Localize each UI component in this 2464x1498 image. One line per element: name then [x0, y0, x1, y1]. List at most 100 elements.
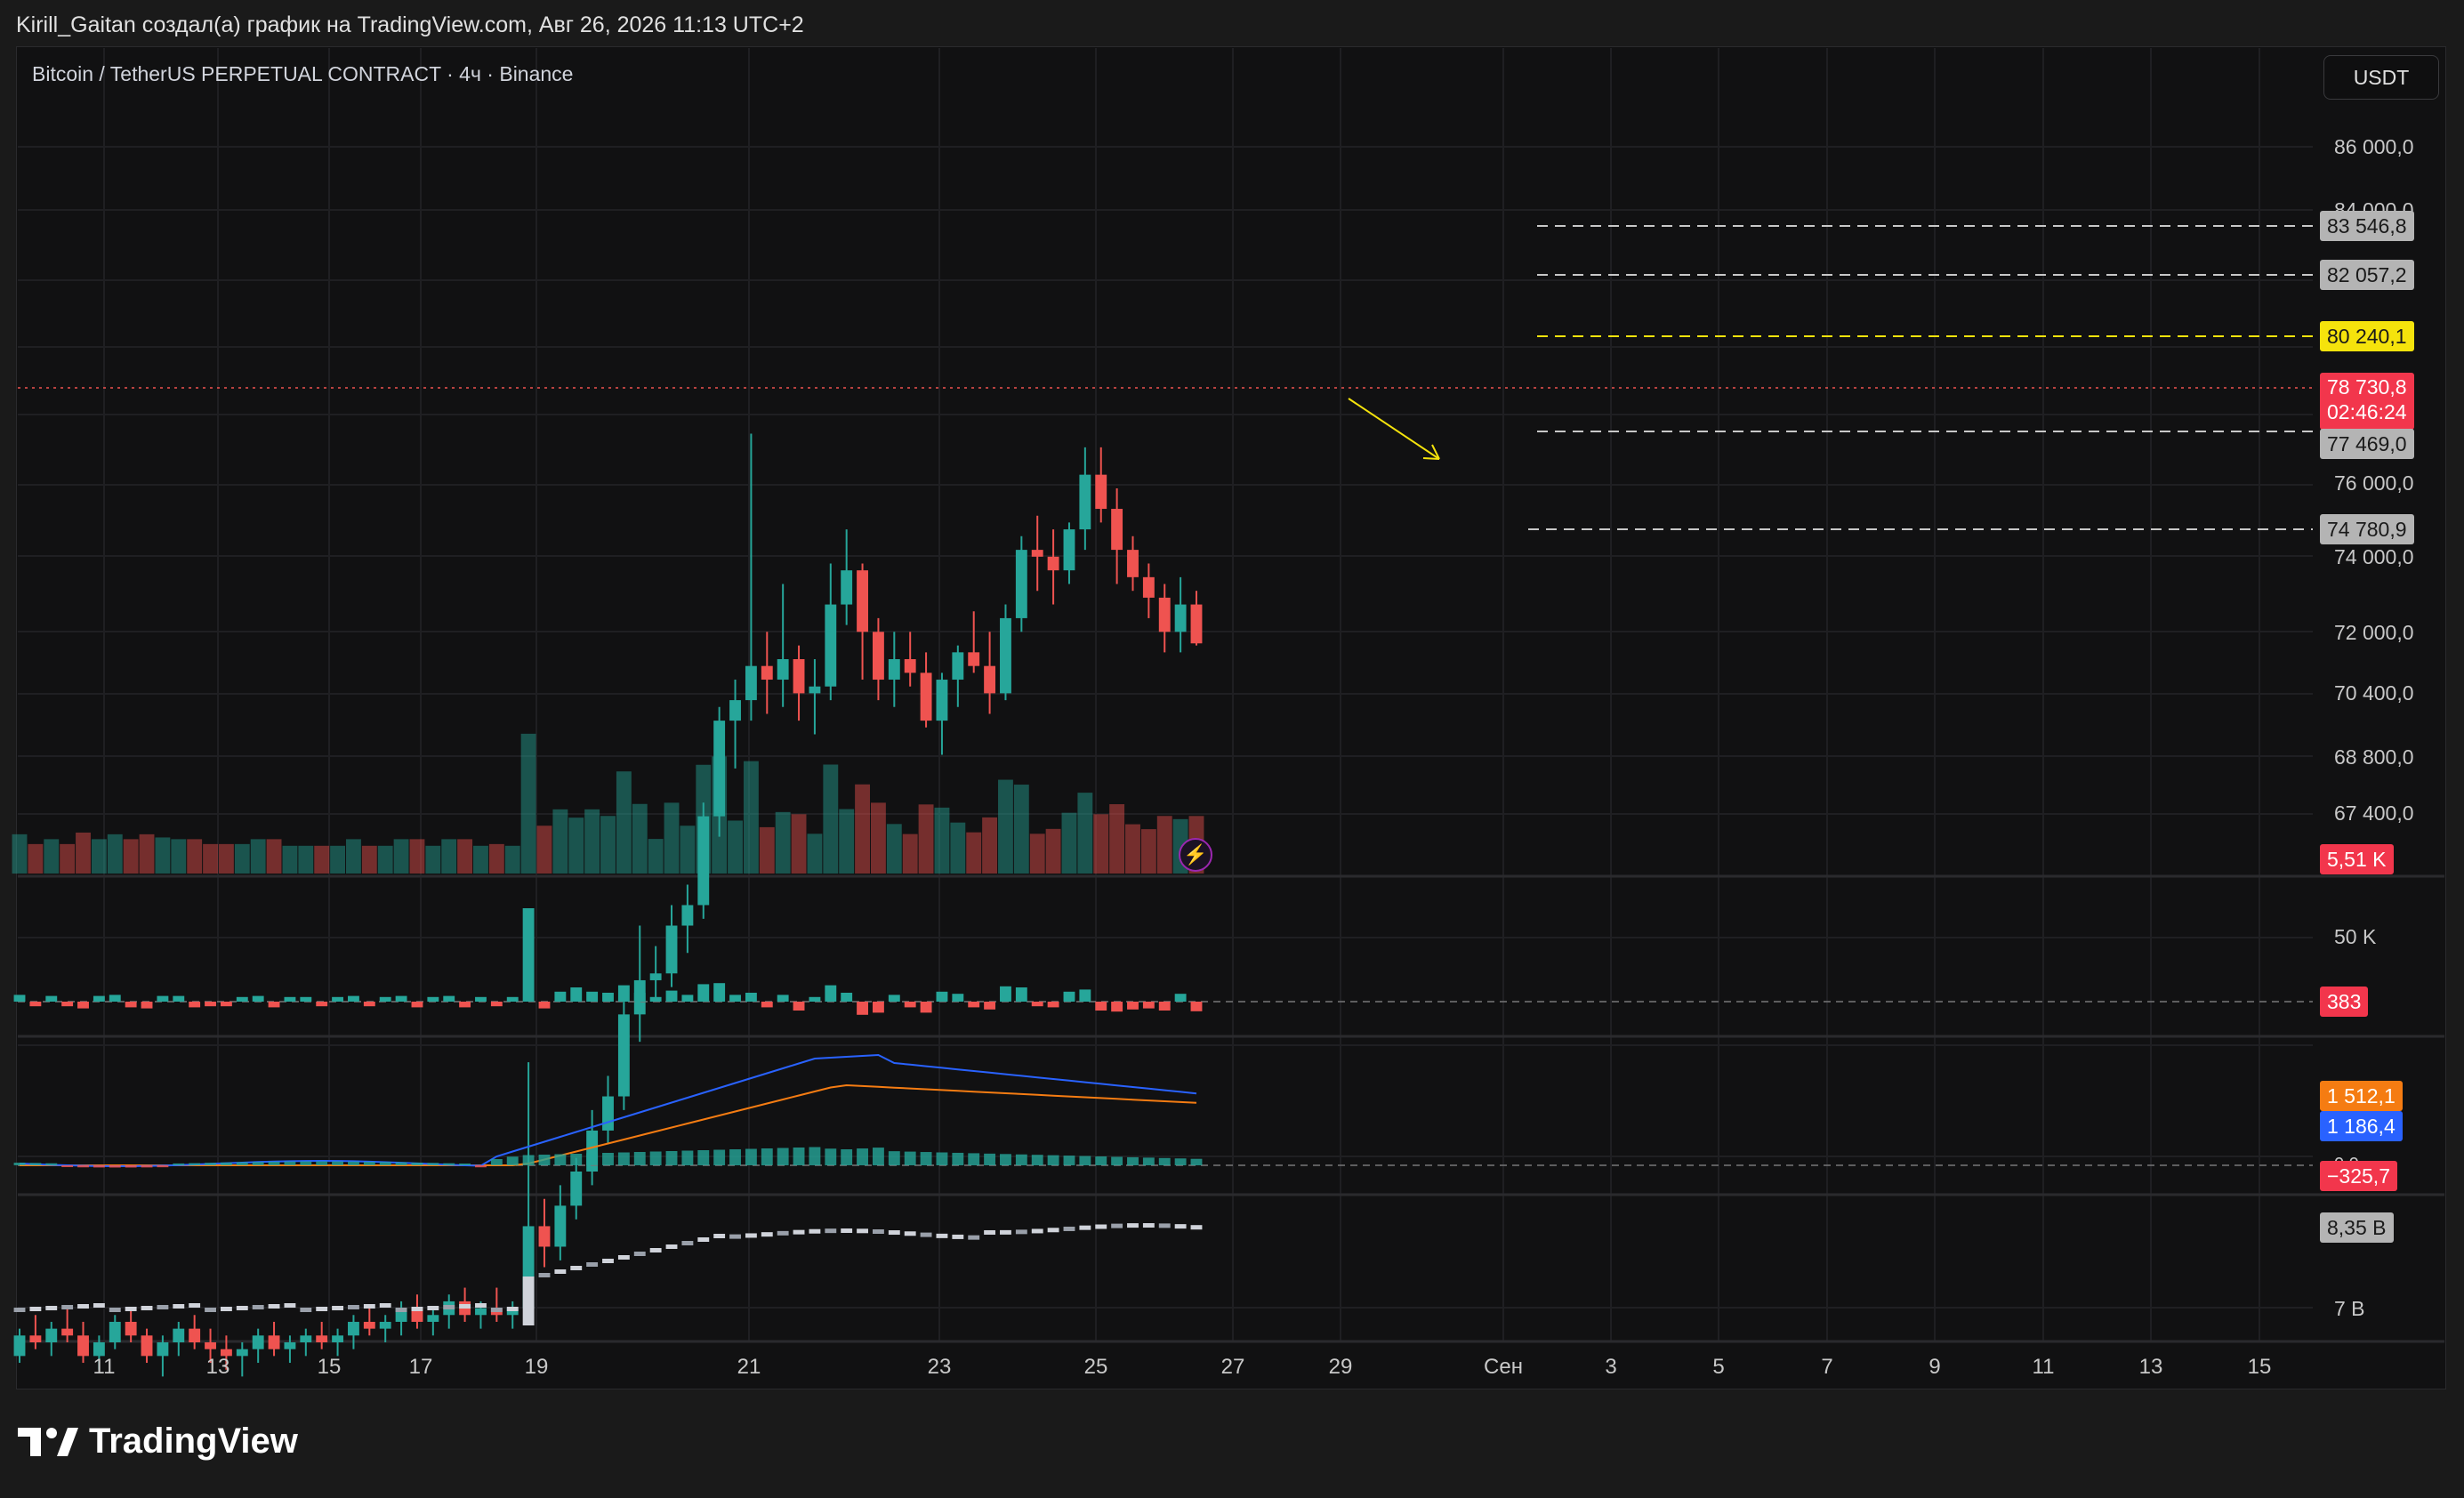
macd-hist-tag: −325,7: [2320, 1161, 2397, 1191]
price-tick: 72 000,0: [2334, 621, 2414, 644]
oscillator-bar: [109, 995, 121, 1002]
price-tick: 70 400,0: [2334, 681, 2414, 705]
oscillator-bar: [1127, 1002, 1139, 1010]
oscillator-bar: [729, 995, 741, 1002]
volume-bar: [123, 839, 139, 874]
macd-histogram-bar: [538, 1155, 551, 1165]
cumulative-bar: [522, 1277, 535, 1325]
candle-body: [141, 1335, 153, 1357]
macd-histogram-bar: [109, 1165, 121, 1168]
macd-histogram-bar: [872, 1148, 884, 1165]
macd-histogram-bar: [1063, 1156, 1075, 1165]
time-tick: 13: [2138, 1355, 2163, 1379]
cumulative-bar: [29, 1307, 42, 1311]
cumulative-bar: [348, 1305, 359, 1309]
cumulative-tag: 8,35 B: [2320, 1212, 2394, 1243]
oscillator-bar: [1063, 991, 1075, 1002]
volume-bar: [839, 809, 855, 874]
oscillator-bar: [920, 1002, 932, 1013]
volume-bar: [886, 824, 902, 874]
oscillator-bar: [29, 1002, 42, 1007]
macd-histogram-bar: [284, 1161, 296, 1165]
logo-text: TradingView: [89, 1421, 298, 1461]
oscillator-bar: [1111, 1002, 1123, 1012]
cumulative-bar: [697, 1237, 710, 1242]
candle-body: [793, 659, 805, 694]
volume-bar: [584, 809, 600, 874]
cumulative-bar: [332, 1306, 344, 1310]
candle-body: [713, 721, 726, 817]
candle-body: [1190, 604, 1203, 644]
cumulative-bar: [633, 1252, 646, 1256]
volume-bar: [393, 839, 409, 874]
cumulative-bar: [793, 1229, 805, 1235]
cumulative-bar: [920, 1232, 932, 1237]
volume-bar: [361, 845, 377, 874]
candle-body: [1111, 509, 1123, 551]
oscillator-bar: [1079, 989, 1091, 1002]
candle-body: [1063, 529, 1075, 571]
macd-histogram-bar: [45, 1163, 58, 1165]
candle-body: [617, 1014, 630, 1097]
cumulative-bar: [395, 1308, 407, 1312]
oscillator-bar: [745, 993, 757, 1002]
cumulative-bar: [252, 1305, 264, 1309]
volume-bar: [346, 839, 361, 874]
volume-bar: [934, 807, 950, 874]
macd-histogram-bar: [968, 1153, 980, 1165]
oscillator-bar: [872, 1002, 884, 1013]
candle-body: [77, 1335, 89, 1357]
oscillator-bar: [125, 1002, 137, 1008]
oscillator-bar: [1000, 986, 1011, 1002]
oscillator-bar: [952, 994, 964, 1002]
macd-histogram-bar: [506, 1156, 519, 1165]
volume-bar: [1077, 793, 1093, 874]
oscillator-bar: [681, 995, 694, 1002]
volume-bar: [44, 839, 60, 874]
tradingview-logo[interactable]: TradingView: [18, 1421, 298, 1462]
candle-body: [952, 652, 964, 681]
volume-bar: [728, 820, 743, 874]
time-tick: 3: [1605, 1355, 1617, 1379]
volume-bar: [902, 834, 918, 874]
cumulative-bar: [141, 1306, 153, 1310]
candle-body: [109, 1321, 121, 1342]
oscillator-bar: [841, 993, 853, 1002]
currency-button[interactable]: USDT: [2323, 55, 2439, 100]
cumulative-bar: [952, 1234, 964, 1239]
cumulative-bar: [13, 1308, 26, 1312]
chart-grid: [18, 48, 2313, 1341]
macd-histogram-bar: [665, 1151, 678, 1165]
macd-histogram-bar: [173, 1163, 185, 1165]
cumulative-bar: [189, 1303, 201, 1308]
macd-histogram-bar: [1190, 1158, 1203, 1165]
volume-bar: [76, 832, 91, 874]
volume-bar: [600, 816, 616, 874]
cumulative-bar: [236, 1306, 248, 1310]
candle-body: [300, 1335, 312, 1342]
candle-body: [1158, 597, 1171, 632]
time-tick: 5: [1712, 1355, 1725, 1379]
lightning-icon[interactable]: ⚡: [1179, 838, 1212, 872]
cumulative-bar: [570, 1266, 583, 1270]
candle-body: [681, 905, 694, 926]
candle-body: [236, 1349, 248, 1357]
oscillator-bar: [538, 1002, 551, 1009]
oscillator-bar: [554, 991, 567, 1002]
cumulative-bar: [1000, 1229, 1011, 1235]
volume-bar: [218, 843, 234, 874]
oscillator-pane: [13, 908, 2313, 1015]
chart-canvas[interactable]: [0, 0, 2464, 1498]
cumulative-bar: [109, 1308, 121, 1312]
volume-bar: [282, 845, 298, 874]
oscillator-bar: [268, 1002, 280, 1008]
time-tick: 15: [2247, 1355, 2272, 1379]
macd-histogram-bar: [205, 1163, 216, 1165]
cumulative-bar: [93, 1303, 105, 1308]
macd-histogram-bar: [857, 1148, 868, 1165]
macd-histogram-bar: [141, 1165, 153, 1168]
cumulative-bar: [61, 1305, 74, 1309]
pane-dividers: [18, 874, 2444, 1343]
price-tick: 68 800,0: [2334, 745, 2414, 769]
candle-body: [697, 816, 710, 906]
